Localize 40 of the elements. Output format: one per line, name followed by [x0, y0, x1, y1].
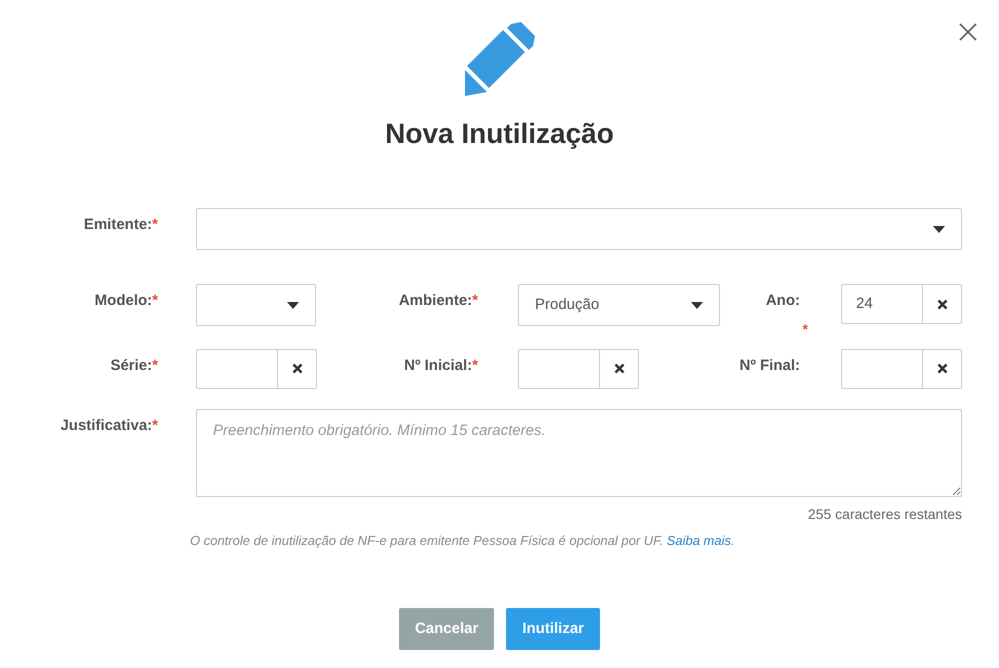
clear-icon: [614, 363, 624, 374]
learn-more-link[interactable]: Saiba mais: [666, 532, 731, 548]
field-label: Modelo:: [94, 292, 152, 309]
caret-icon: [691, 302, 703, 308]
dropdown[interactable]: Produção: [518, 284, 720, 326]
cancel-button[interactable]: Cancelar: [398, 608, 494, 650]
caret-icon: [933, 226, 945, 232]
clear-button[interactable]: [923, 284, 962, 324]
required-mark: *: [152, 416, 158, 434]
field-label: Emitente:: [84, 216, 152, 233]
field-label: Nº Inicial:: [404, 356, 472, 374]
caret-icon: [287, 302, 299, 308]
field-label: Ano:: [766, 292, 800, 309]
character-counter: 255 caracteres restantes: [806, 504, 962, 522]
field-label: Série:: [110, 356, 152, 374]
required-mark: *: [472, 292, 478, 309]
clear-button[interactable]: [923, 348, 962, 388]
info-note: O controle de inutilização de NF-e para emitente Pessoa Física é opcional por UF. Saiba mais.: [190, 532, 736, 550]
field-label: Ambiente:: [398, 292, 472, 309]
clear-icon: [936, 298, 948, 310]
dropdown-value: Produção: [535, 294, 600, 315]
clear-button[interactable]: [600, 348, 639, 388]
clear-icon: [292, 363, 302, 374]
close-icon: [957, 20, 979, 43]
field-label: Nº Final:: [740, 356, 800, 374]
input-field[interactable]: [518, 348, 600, 388]
input-field[interactable]: 24: [841, 284, 923, 324]
justification-field[interactable]: Preenchimento obrigatório. Mínimo 15 caracteres.: [196, 408, 962, 496]
required-mark: *: [152, 216, 158, 233]
clear-button[interactable]: [278, 348, 317, 388]
required-mark: *: [472, 356, 478, 374]
required-mark: *: [802, 322, 808, 334]
input-field[interactable]: [841, 348, 923, 388]
submit-button[interactable]: Inutilizar: [506, 608, 600, 650]
required-mark: *: [152, 356, 158, 374]
field-label: Justificativa:: [60, 416, 152, 434]
dialog-title: Nova Inutilização: [385, 117, 614, 151]
clear-icon: [936, 363, 948, 374]
input-field[interactable]: [196, 348, 278, 388]
required-mark: *: [152, 292, 158, 309]
